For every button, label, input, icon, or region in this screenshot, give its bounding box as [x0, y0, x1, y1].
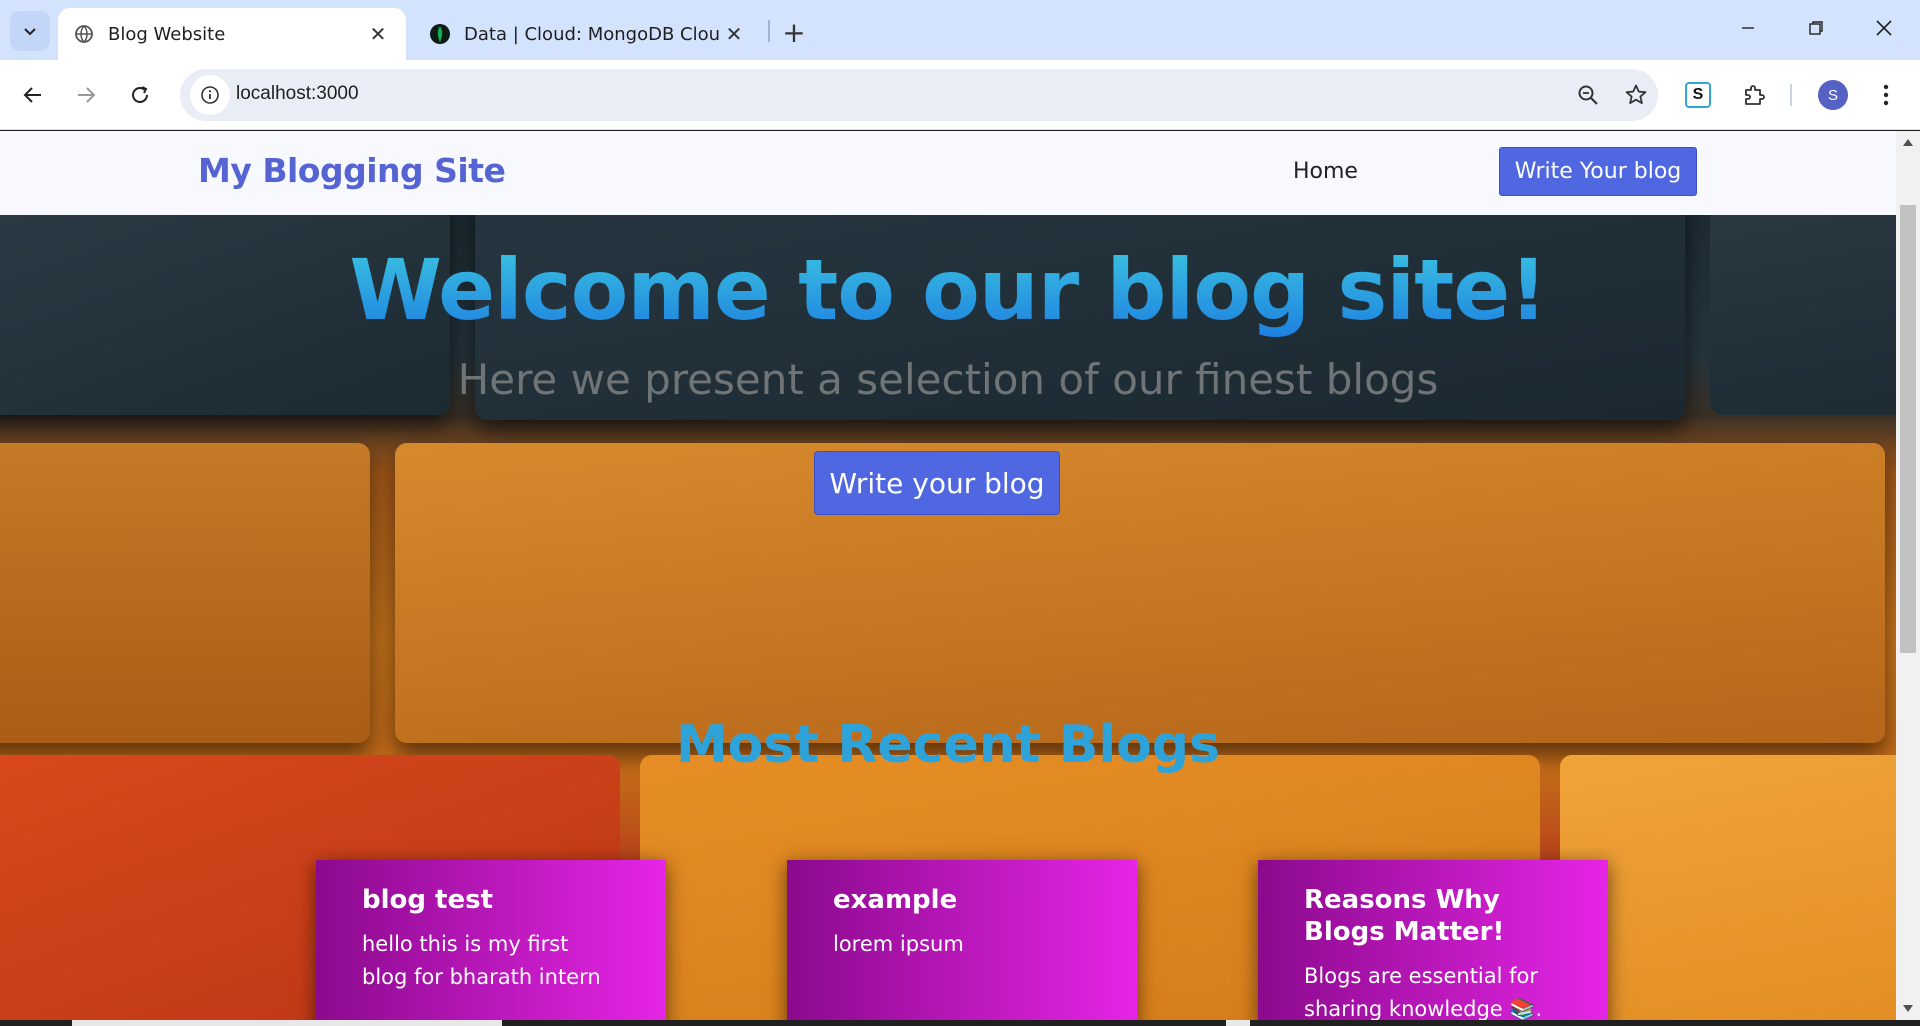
minimize-icon	[1742, 27, 1754, 29]
chevron-down-icon	[24, 28, 36, 36]
close-window-button[interactable]	[1856, 8, 1912, 48]
tab-blog-website[interactable]: Blog Website ✕	[58, 8, 406, 60]
blog-card-title: example	[833, 885, 958, 915]
browser-menu-button[interactable]	[1868, 77, 1904, 113]
arrow-right-icon	[78, 87, 96, 103]
site-info-icon[interactable]	[190, 75, 230, 115]
hero-subtitle: Here we present a selection of our fines…	[457, 355, 1439, 404]
site-navbar: My Blogging Site Home Write Your blog	[0, 131, 1896, 215]
tab-title: Data | Cloud: MongoDB Cloud	[464, 23, 720, 45]
recent-blogs-heading: Most Recent Blogs	[675, 715, 1221, 775]
blog-card-excerpt: hello this is my first blog for bharath …	[362, 932, 601, 989]
blog-card-title: Reasons Why Blogs Matter!	[1304, 885, 1505, 947]
blog-card-title: blog test	[362, 885, 494, 915]
restore-button[interactable]	[1788, 8, 1844, 48]
new-tab-button[interactable]: +	[776, 14, 812, 50]
nav-write-blog-button[interactable]: Write Your blog	[1499, 147, 1697, 196]
mongodb-leaf-icon	[428, 22, 452, 46]
browser-tab-bar: Blog Website ✕ Data | Cloud: MongoDB Clo…	[0, 0, 1920, 60]
hero-title: Welcome to our blog site!	[0, 241, 1896, 339]
blog-card[interactable]: Reasons Why Blogs Matter! Blogs are esse…	[1258, 860, 1608, 1020]
minimize-button[interactable]	[1720, 8, 1776, 48]
close-tab-icon[interactable]: ✕	[720, 20, 748, 48]
taskbar-segment	[1226, 1020, 1250, 1026]
toolbar-separator	[1790, 84, 1792, 106]
background-brick	[0, 443, 370, 743]
bookmark-star-icon[interactable]	[1620, 79, 1652, 111]
hero-section: Welcome to our blog site! Here we presen…	[0, 215, 1896, 1020]
scrollbar-thumb[interactable]	[1900, 205, 1916, 653]
extension-s-icon[interactable]: S	[1680, 77, 1716, 113]
tab-search-button[interactable]	[10, 11, 50, 51]
background-brick	[1560, 755, 1896, 1020]
site-brand[interactable]: My Blogging Site	[198, 151, 506, 190]
profile-button[interactable]: S	[1815, 77, 1851, 113]
os-taskbar-edge	[0, 1020, 1920, 1026]
kebab-menu-icon	[1883, 84, 1889, 106]
tab-separator	[768, 20, 770, 42]
page-viewport: My Blogging Site Home Write Your blog We…	[0, 131, 1896, 1020]
blog-card[interactable]: blog test hello this is my first blog fo…	[316, 860, 666, 1020]
browser-toolbar: localhost:3000 S S	[0, 60, 1920, 130]
nav-home-link[interactable]: Home	[1293, 159, 1358, 184]
blog-card-excerpt: Blogs are essential for sharing knowledg…	[1304, 964, 1543, 1020]
blog-card-excerpt: lorem ipsum	[833, 932, 964, 956]
close-icon	[1876, 20, 1892, 36]
reload-icon	[132, 86, 148, 103]
close-tab-icon[interactable]: ✕	[364, 20, 392, 48]
url-text[interactable]: localhost:3000	[236, 83, 359, 105]
scroll-down-arrow-icon[interactable]	[1903, 1005, 1913, 1012]
background-brick	[395, 443, 1885, 743]
reload-button[interactable]	[120, 75, 160, 115]
extensions-puzzle-icon[interactable]	[1736, 77, 1772, 113]
restore-icon	[1809, 21, 1823, 35]
taskbar-segment	[72, 1020, 502, 1026]
hero-write-blog-button[interactable]: Write your blog	[814, 451, 1060, 515]
globe-icon	[72, 22, 96, 46]
blog-card[interactable]: example lorem ipsum	[787, 860, 1137, 1020]
arrow-left-icon	[23, 87, 41, 103]
scroll-up-arrow-icon[interactable]	[1903, 139, 1913, 146]
page-scrollbar[interactable]	[1896, 131, 1920, 1020]
zoom-icon[interactable]	[1572, 79, 1604, 111]
tab-mongodb-cloud[interactable]: Data | Cloud: MongoDB Cloud ✕	[414, 8, 762, 60]
forward-button[interactable]	[66, 75, 106, 115]
avatar: S	[1818, 80, 1848, 110]
extension-s-label: S	[1685, 82, 1711, 108]
back-button[interactable]	[13, 75, 53, 115]
tab-title: Blog Website	[108, 23, 226, 45]
address-bar[interactable]: localhost:3000	[180, 69, 1658, 121]
